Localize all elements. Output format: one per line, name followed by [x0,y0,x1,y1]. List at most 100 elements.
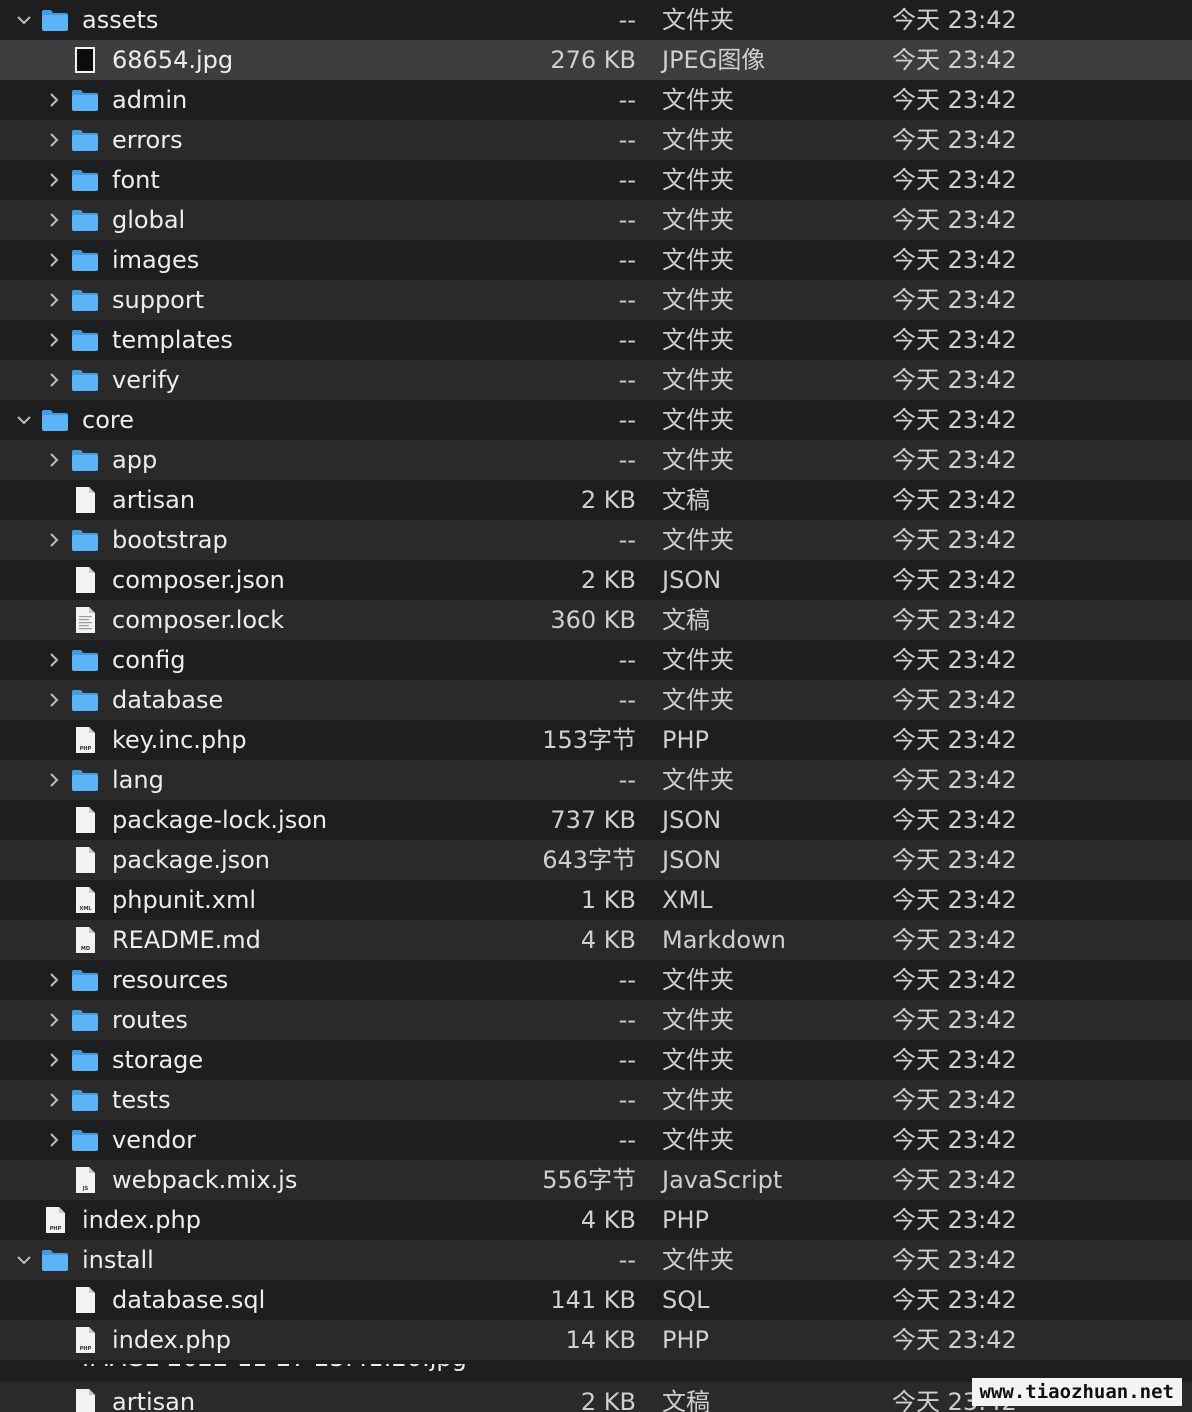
file-date-modified: 今天 23:42 [892,126,1017,154]
file-date-modified: 今天 23:42 [892,526,1017,554]
folder-row[interactable]: app -- 文件夹 今天 23:42 [0,440,1192,480]
file-size: 14 KB [565,1326,636,1354]
folder-row[interactable]: core -- 文件夹 今天 23:42 [0,400,1192,440]
file-date-modified: 今天 23:42 [892,1246,1017,1274]
file-row[interactable]: MD README.md 4 KB Markdown 今天 23:42 [0,920,1192,960]
folder-icon [70,285,100,315]
disclosure-chevron-right-icon[interactable] [45,691,63,709]
php-file-icon: PHP [40,1205,70,1235]
disclosure-chevron-right-icon[interactable] [45,971,63,989]
folder-row[interactable]: routes -- 文件夹 今天 23:42 [0,1000,1192,1040]
file-kind: 文件夹 [662,326,734,354]
file-size: -- [618,406,636,434]
file-name: composer.lock [112,606,285,634]
folder-row[interactable]: resources -- 文件夹 今天 23:42 [0,960,1192,1000]
php-file-icon: PHP [70,725,100,755]
file-row[interactable]: composer.json 2 KB JSON 今天 23:42 [0,560,1192,600]
disclosure-chevron-right-icon[interactable] [45,771,63,789]
file-row[interactable]: package.json 643字节 JSON 今天 23:42 [0,840,1192,880]
disclosure-chevron-right-icon[interactable] [45,131,63,149]
folder-row[interactable]: admin -- 文件夹 今天 23:42 [0,80,1192,120]
folder-row[interactable]: bootstrap -- 文件夹 今天 23:42 [0,520,1192,560]
folder-row[interactable]: lang -- 文件夹 今天 23:42 [0,760,1192,800]
disclosure-chevron-right-icon[interactable] [45,451,63,469]
file-size: 2 KB [580,486,636,514]
file-row[interactable]: composer.lock 360 KB 文稿 今天 23:42 [0,600,1192,640]
disclosure-chevron-right-icon[interactable] [45,211,63,229]
svg-text:JS: JS [82,1186,89,1192]
disclosure-chevron-right-icon[interactable] [45,91,63,109]
file-row[interactable]: XML phpunit.xml 1 KB XML 今天 23:42 [0,880,1192,920]
disclosure-chevron-down-icon[interactable] [15,1251,33,1269]
disclosure-chevron-right-icon[interactable] [45,1051,63,1069]
file-name: composer.json [112,566,285,594]
file-size: -- [618,1246,636,1274]
file-size: -- [618,166,636,194]
folder-row[interactable]: config -- 文件夹 今天 23:42 [0,640,1192,680]
document-icon [70,845,100,875]
file-kind: 文件夹 [662,1006,734,1034]
file-size: 4 KB [580,1206,636,1234]
file-name: package-lock.json [112,806,328,834]
file-row[interactable]: 68654.jpg 276 KB JPEG图像 今天 23:42 [0,40,1192,80]
file-date-modified: 今天 23:42 [892,1326,1017,1354]
file-name: package.json [112,846,271,874]
folder-row[interactable]: errors -- 文件夹 今天 23:42 [0,120,1192,160]
file-kind: Markdown [662,926,786,954]
folder-row[interactable]: global -- 文件夹 今天 23:42 [0,200,1192,240]
file-kind: 文稿 [662,1388,710,1412]
disclosure-chevron-right-icon[interactable] [45,1091,63,1109]
file-row[interactable]: package-lock.json 737 KB JSON 今天 23:42 [0,800,1192,840]
file-name: images [112,246,200,274]
file-size: 276 KB [550,46,636,74]
file-name: app [112,446,158,474]
disclosure-chevron-right-icon[interactable] [45,1011,63,1029]
file-row[interactable]: PHP key.inc.php 153字节 PHP 今天 23:42 [0,720,1192,760]
file-name: index.php [82,1206,201,1234]
file-name: bootstrap [112,526,228,554]
folder-row[interactable]: storage -- 文件夹 今天 23:42 [0,1040,1192,1080]
watermark: www.tiaozhuan.net [971,1378,1182,1406]
folder-icon [70,1085,100,1115]
folder-icon [70,1045,100,1075]
disclosure-chevron-right-icon[interactable] [45,651,63,669]
folder-icon [70,205,100,235]
disclosure-chevron-right-icon[interactable] [45,171,63,189]
file-kind: 文件夹 [662,1246,734,1274]
file-row[interactable]: artisan 2 KB 文稿 今天 23:42 [0,480,1192,520]
folder-row[interactable]: vendor -- 文件夹 今天 23:42 [0,1120,1192,1160]
disclosure-chevron-down-icon[interactable] [15,411,33,429]
folder-row[interactable]: templates -- 文件夹 今天 23:42 [0,320,1192,360]
file-date-modified: 今天 23:42 [892,1286,1017,1314]
folder-row[interactable]: font -- 文件夹 今天 23:42 [0,160,1192,200]
disclosure-chevron-right-icon[interactable] [45,371,63,389]
disclosure-chevron-right-icon[interactable] [45,331,63,349]
file-row-clipped: IMAGE 2022-11-27 23:41:20.jpg [0,1364,1192,1378]
folder-row[interactable]: tests -- 文件夹 今天 23:42 [0,1080,1192,1120]
folder-row[interactable]: images -- 文件夹 今天 23:42 [0,240,1192,280]
folder-row[interactable]: database -- 文件夹 今天 23:42 [0,680,1192,720]
file-name: global [112,206,186,234]
file-size: 556字节 [542,1166,636,1194]
file-size: 1 KB [580,886,636,914]
disclosure-chevron-right-icon[interactable] [45,251,63,269]
file-row[interactable]: PHP index.php 4 KB PHP 今天 23:42 [0,1200,1192,1240]
file-date-modified: 今天 23:42 [892,806,1017,834]
folder-row[interactable]: install -- 文件夹 今天 23:42 [0,1240,1192,1280]
file-name: vendor [112,1126,196,1154]
disclosure-chevron-right-icon[interactable] [45,531,63,549]
disclosure-chevron-down-icon[interactable] [15,11,33,29]
file-row[interactable]: JS webpack.mix.js 556字节 JavaScript 今天 23:42 [0,1160,1192,1200]
file-date-modified: 今天 23:42 [892,646,1017,674]
folder-icon [70,525,100,555]
folder-row[interactable]: support -- 文件夹 今天 23:42 [0,280,1192,320]
file-date-modified: 今天 23:42 [892,846,1017,874]
file-kind: 文件夹 [662,526,734,554]
folder-row[interactable]: assets -- 文件夹 今天 23:42 [0,0,1192,40]
disclosure-chevron-right-icon[interactable] [45,291,63,309]
file-row[interactable]: database.sql 141 KB SQL 今天 23:42 [0,1280,1192,1320]
disclosure-chevron-right-icon[interactable] [45,1131,63,1149]
folder-row[interactable]: verify -- 文件夹 今天 23:42 [0,360,1192,400]
file-size: -- [618,766,636,794]
file-row[interactable]: PHP index.php 14 KB PHP 今天 23:42 [0,1320,1192,1360]
